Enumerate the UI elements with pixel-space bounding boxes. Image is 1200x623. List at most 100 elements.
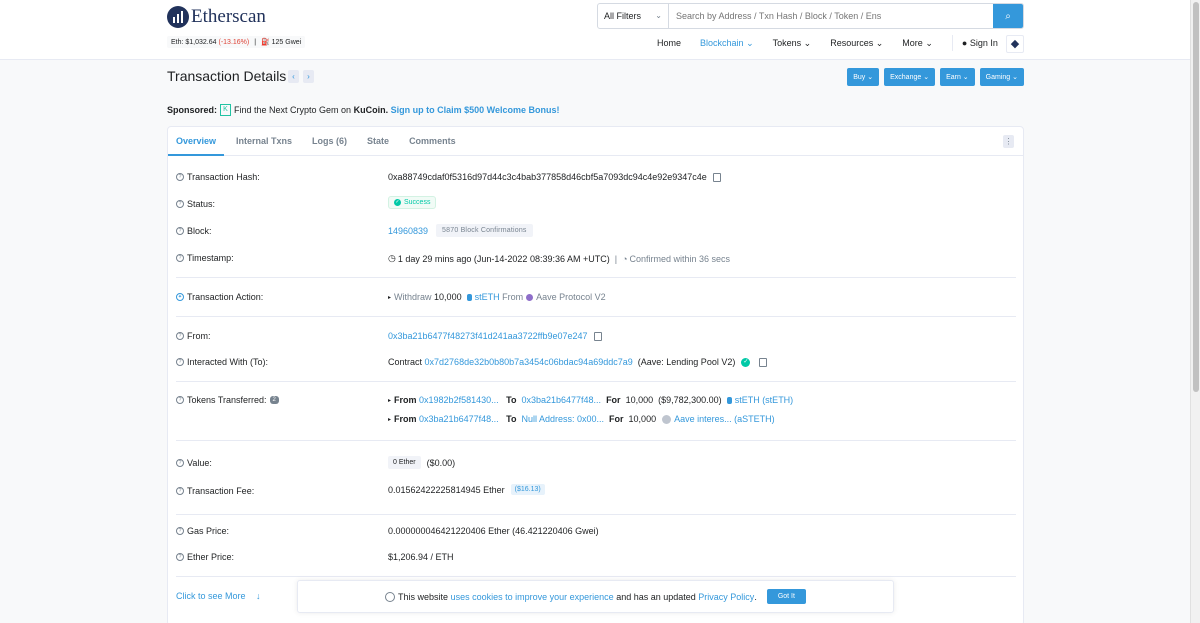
divider [176,514,1016,515]
help-icon[interactable]: ? [176,173,184,181]
to-label: Interacted With (To): [187,357,269,367]
lightbulb-icon[interactable]: ✦ [176,293,184,301]
sponsored-brand: KuCoin. [353,105,389,115]
nav-tokens[interactable]: Tokens ⌄ [773,38,812,51]
transfer-token-link[interactable]: stETH (stETH) [735,395,794,405]
ethereum-network-button[interactable]: ◆ [1006,35,1024,53]
to-address-link[interactable]: 0x7d2768de32b0b80b7a3454c06bdac94a69ddc7… [425,357,633,367]
tab-internal-txns[interactable]: Internal Txns [228,127,300,156]
cookie-icon [385,591,396,602]
transfer-token-link[interactable]: Aave interes... (aSTETH) [674,414,775,424]
token-transfer-row: ▸ From 0x3ba21b6477f48... To Null Addres… [388,414,775,424]
see-more-link[interactable]: Click to see More ↓ [176,591,261,601]
search-button[interactable]: ⌕ [993,4,1023,28]
help-icon[interactable]: ? [176,396,184,404]
exchange-button[interactable]: Exchange ⌄ [884,68,936,86]
sponsored-link[interactable]: Sign up to Claim $500 Welcome Bonus! [391,105,560,115]
privacy-policy-link[interactable]: Privacy Policy [698,592,754,602]
copy-icon[interactable] [759,357,768,367]
copy-icon[interactable] [593,331,602,341]
block-link[interactable]: 14960839 [388,226,428,236]
help-icon[interactable]: ? [176,487,184,495]
help-icon[interactable]: ? [176,459,184,467]
search-filter-select[interactable]: All Filters ⌄ [598,4,669,28]
tab-overview[interactable]: Overview [168,127,225,156]
help-icon[interactable]: ? [176,254,184,262]
help-icon[interactable]: ? [176,358,184,366]
buy-button[interactable]: Buy ⌄ [847,68,880,86]
nav-blockchain[interactable]: Blockchain ⌄ [700,38,754,51]
nav-sign-in[interactable]: ● Sign In [962,38,998,51]
user-icon: ● [961,38,968,48]
tx-fee: 0.01562422225814945 Ether [388,484,505,495]
action-label-row: ✦ Transaction Action: [176,292,263,302]
help-icon[interactable]: ? [176,227,184,235]
chevron-down-icon: ⌄ [803,38,812,48]
etherscan-logo[interactable]: Etherscan [167,6,266,28]
tab-logs[interactable]: Logs (6) [304,127,355,156]
arrow-down-icon: ↓ [256,591,261,601]
gas-price-label: Gas Price: [187,526,230,536]
transfer-to-word: To [506,414,517,424]
transfer-amount: 10,000 [625,395,654,405]
page-title: Transaction Details [167,68,287,84]
transfer-from-word: From [394,414,417,424]
got-it-button[interactable]: Got It [766,589,806,604]
tab-comments[interactable]: Comments [401,127,464,156]
tx-hash-label: Transaction Hash: [187,172,260,182]
main-nav: Home Blockchain ⌄ Tokens ⌄ Resources ⌄ M… [657,35,1017,51]
copy-icon[interactable] [712,172,721,182]
sponsored-banner: Sponsored: K Find the Next Crypto Gem on… [167,104,559,116]
fee-label-row: ? Transaction Fee: [176,486,254,496]
transfer-from-link[interactable]: 0x3ba21b6477f48... [419,414,499,424]
help-icon[interactable]: ? [176,200,184,208]
divider [176,440,1016,441]
status-label: Status: [187,199,216,209]
value-label-row: ? Value: [176,458,212,468]
to-label-row: ? Interacted With (To): [176,357,268,367]
chevron-right-icon: › [307,72,310,81]
help-icon[interactable]: ? [176,553,184,561]
ethereum-icon: ◆ [1010,38,1020,50]
block-value-row: 14960839 5870 Block Confirmations [388,224,533,237]
logo-text: Etherscan [191,6,266,27]
steth-token-icon [726,396,732,404]
gaming-button[interactable]: Gaming ⌄ [979,68,1024,86]
nav-more[interactable]: More ⌄ [902,38,933,51]
chevron-down-icon: ⌄ [875,38,884,48]
chevron-left-icon: ‹ [292,72,295,81]
gas-price-value-row: 0.000000046421220406 Ether (46.421220406… [388,526,599,536]
kebab-icon: ⋮ [1004,137,1013,146]
cookie-text: This website [398,591,449,602]
site-header: Etherscan Eth: $1,032.64 (-13.16%) | ⛽ 1… [0,0,1190,60]
search-icon: ⌕ [1005,10,1011,22]
search-input[interactable] [669,4,993,28]
help-icon[interactable]: ? [176,332,184,340]
nav-resources[interactable]: Resources ⌄ [830,38,883,51]
scrollbar-thumb[interactable] [1193,2,1199,392]
transfer-to-link[interactable]: Null Address: 0x00... [521,414,604,424]
transfer-from-word: From [394,395,417,405]
cookie-policy-link[interactable]: uses cookies to improve your experience [451,592,614,602]
tab-state[interactable]: State [359,127,397,156]
action-protocol: Aave Protocol V2 [536,292,606,302]
caret-right-icon: ▸ [388,397,392,404]
page-scrollbar[interactable] [1190,0,1200,623]
from-address-link[interactable]: 0x3ba21b6477f48273f41d241aa3722ffb9e07e2… [388,331,588,341]
action-token-link[interactable]: stETH [475,292,500,302]
nav-tokens-label: Tokens [772,38,802,48]
transfer-to-link[interactable]: 0x3ba21b6477f48... [521,395,601,405]
transfer-from-link[interactable]: 0x1982b2f581430... [419,395,499,405]
help-icon[interactable]: ? [176,527,184,535]
next-tx-button[interactable]: › [303,70,314,83]
nav-home[interactable]: Home [657,38,681,51]
top-action-buttons: Buy ⌄ Exchange ⌄ Earn ⌄ Gaming ⌄ [842,68,1024,86]
more-options-button[interactable]: ⋮ [1003,135,1014,148]
earn-button[interactable]: Earn ⌄ [940,68,975,86]
nav-resources-label: Resources [830,38,874,48]
caret-right-icon: ▸ [388,416,392,423]
divider [176,277,1016,278]
prev-tx-button[interactable]: ‹ [288,70,299,83]
sign-in-label: Sign In [969,38,998,48]
transfer-usd: ($9,782,300.00) [658,395,722,405]
